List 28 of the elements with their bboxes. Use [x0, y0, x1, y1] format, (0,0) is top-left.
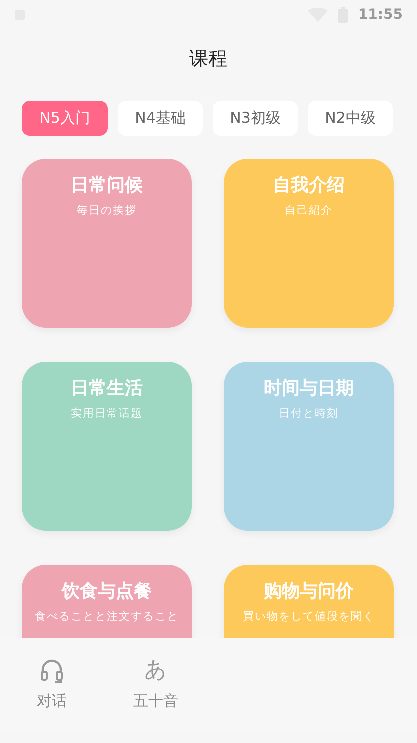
- course-title: 日常生活: [71, 377, 143, 401]
- headphones-icon: [40, 658, 64, 684]
- course-card[interactable]: 自我介绍 自己紹介: [224, 159, 394, 328]
- level-tab[interactable]: N5入门: [22, 101, 108, 136]
- level-tab[interactable]: N3初级: [213, 101, 298, 136]
- course-title: 购物与问价: [264, 580, 354, 604]
- course-card[interactable]: 日常问候 毎日の挨拶: [22, 159, 192, 328]
- course-subtitle: 自己紹介: [285, 203, 333, 219]
- course-card[interactable]: 日常生活 实用日常话题: [22, 362, 192, 531]
- course-subtitle: 日付と時刻: [279, 406, 339, 422]
- status-time: 11:55: [358, 7, 403, 23]
- course-title: 日常问候: [71, 174, 143, 198]
- course-title: 饮食与点餐: [62, 580, 152, 604]
- course-title: 时间与日期: [264, 377, 354, 401]
- course-subtitle: 毎日の挨拶: [77, 203, 137, 219]
- course-card[interactable]: 饮食与点餐 食べることと注文すること: [22, 565, 192, 638]
- course-card[interactable]: 时间与日期 日付と時刻: [224, 362, 394, 531]
- course-card[interactable]: 购物与问价 買い物をして値段を聞く: [224, 565, 394, 638]
- course-subtitle: 食べることと注文すること: [35, 609, 179, 625]
- level-tab[interactable]: N4基础: [118, 101, 203, 136]
- page-title: 课程: [190, 47, 228, 72]
- kana-icon: あ: [144, 658, 168, 684]
- course-title: 自我介绍: [273, 174, 345, 198]
- course-subtitle: 買い物をして値段を聞く: [243, 609, 375, 625]
- course-subtitle: 实用日常话题: [71, 406, 143, 422]
- nav-tab[interactable]: あ 五十音: [104, 638, 208, 731]
- level-tab[interactable]: N2中级: [308, 101, 393, 136]
- nav-tab[interactable]: 对话: [0, 638, 104, 731]
